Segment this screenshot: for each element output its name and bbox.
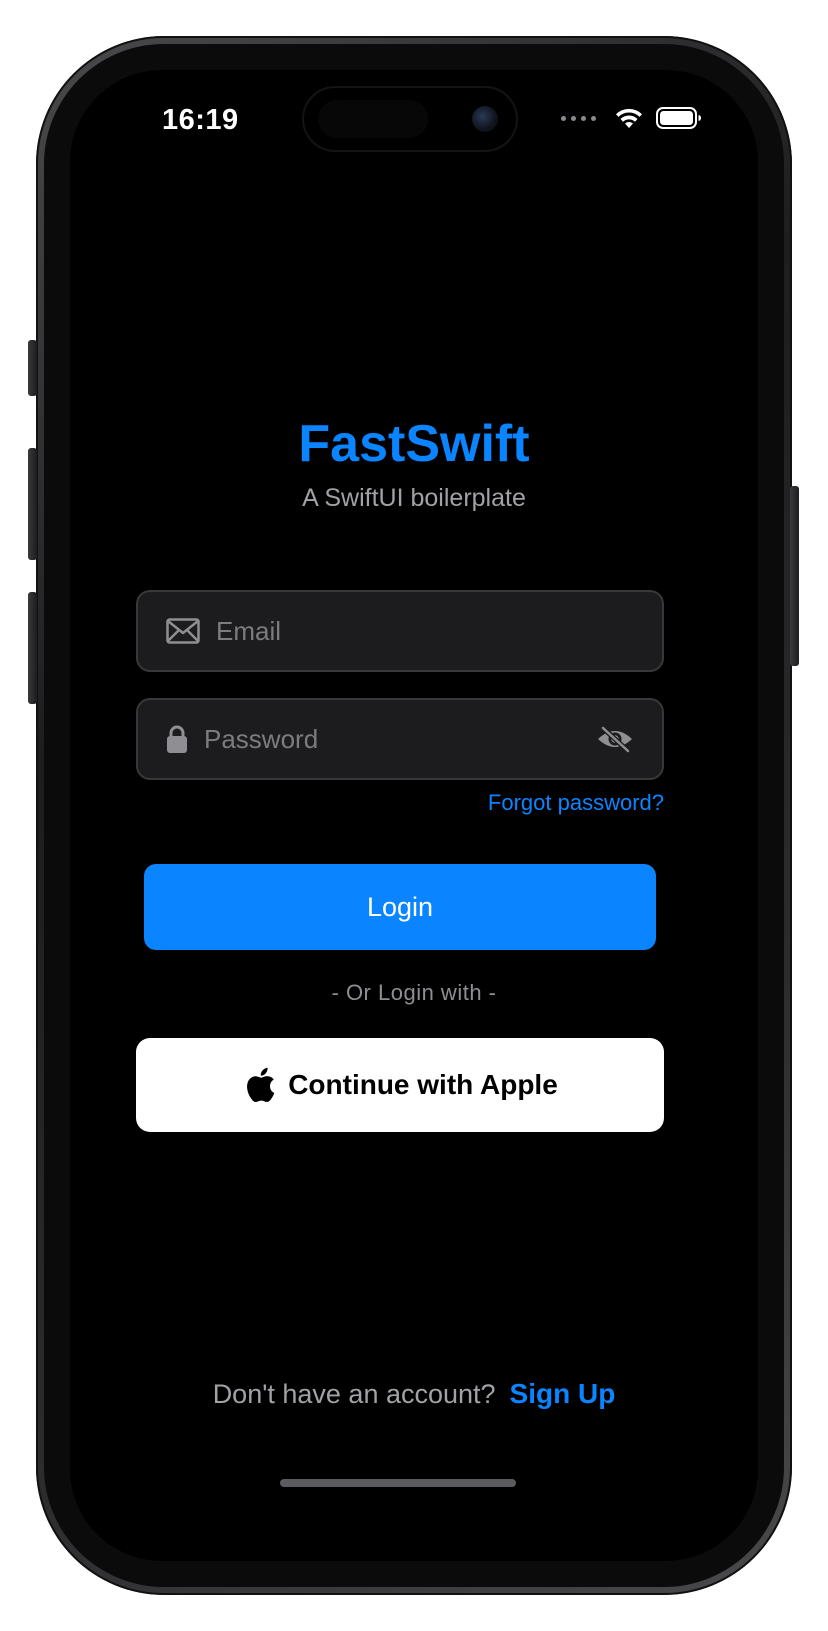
apple-button-label: Continue with Apple <box>288 1069 558 1100</box>
dynamic-island <box>304 88 516 150</box>
island-sensor <box>318 100 428 138</box>
email-field-container <box>136 590 664 672</box>
status-indicators <box>561 106 702 130</box>
envelope-icon <box>166 618 200 644</box>
app-screen: 16:19 FastSwift A SwiftUI boilerplate Em… <box>70 70 758 1561</box>
battery-icon <box>656 107 701 129</box>
signup-row: Don't have an account? Sign Up <box>70 1378 758 1410</box>
app-title: FastSwift <box>298 415 530 473</box>
apple-logo-icon <box>247 1067 275 1103</box>
app-subtitle: A SwiftUI boilerplate <box>302 484 526 512</box>
status-time: 16:19 <box>162 104 239 136</box>
power-button <box>790 486 799 666</box>
action-button <box>28 340 37 396</box>
wifi-icon <box>616 108 642 128</box>
forgot-password-link[interactable]: Forgot password? <box>488 790 664 816</box>
signup-prompt: Don't have an account? <box>212 1379 496 1409</box>
continue-with-apple-button[interactable]: Continue with Apple <box>136 1038 664 1132</box>
front-camera <box>472 106 498 132</box>
login-button[interactable]: Login <box>144 864 656 950</box>
volume-down-button <box>28 592 37 704</box>
email-input[interactable] <box>216 592 662 670</box>
volume-up-button <box>28 448 37 560</box>
alternate-login-divider: - Or Login with - <box>331 980 497 1005</box>
eye-slash-icon[interactable] <box>596 725 634 753</box>
password-field-container <box>136 698 664 780</box>
sign-up-link[interactable]: Sign Up <box>510 1378 616 1410</box>
home-indicator[interactable] <box>280 1479 516 1487</box>
password-input[interactable] <box>204 700 596 778</box>
cellular-dots-icon <box>561 115 596 121</box>
lock-icon <box>166 724 188 754</box>
